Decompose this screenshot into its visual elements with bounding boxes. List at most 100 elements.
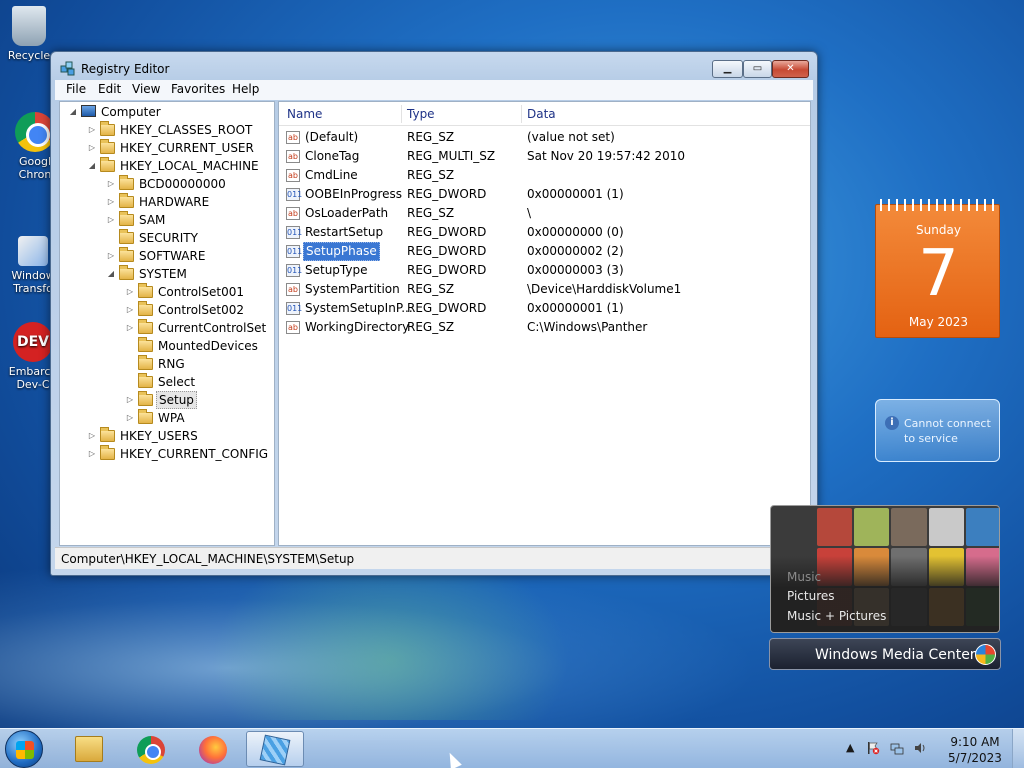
binary-value-icon: 011 [286, 188, 303, 201]
values-list[interactable]: Name Type Data ab (Default) REG_SZ (value n… [278, 101, 811, 546]
tree-node-label[interactable]: SYSTEM [137, 265, 189, 283]
folder-icon [119, 211, 134, 226]
tree-node-label[interactable]: HKEY_CLASSES_ROOT [118, 121, 254, 139]
taskbar-firefox-button[interactable] [184, 731, 242, 767]
tree-node-label[interactable]: BCD00000000 [137, 175, 228, 193]
value-row[interactable]: ab CloneTag REG_MULTI_SZ Sat Nov 20 19:57:4… [279, 147, 810, 166]
media-thumbnail [891, 508, 927, 546]
taskbar-explorer-button[interactable] [60, 731, 118, 767]
value-row[interactable]: ab CmdLine REG_SZ [279, 166, 810, 185]
expand-arrow-icon[interactable]: ▷ [125, 319, 135, 337]
value-row[interactable]: 011 SetupPhase REG_DWORD 0x00000002 (2) [279, 242, 810, 261]
value-row[interactable]: ab SystemPartition REG_SZ \Device\HarddiskV… [279, 280, 810, 299]
tree-node-label[interactable]: HKEY_USERS [118, 427, 200, 445]
menu-help[interactable]: Help [232, 82, 259, 96]
media-menu-music[interactable]: Music [787, 570, 821, 584]
expand-arrow-icon[interactable]: ▷ [106, 175, 116, 193]
taskbar-chrome-button[interactable] [122, 731, 180, 767]
expand-arrow-icon[interactable]: ▷ [106, 193, 116, 211]
value-name[interactable]: OOBEInProgress [303, 185, 404, 204]
value-row[interactable]: ab (Default) REG_SZ (value not set) [279, 128, 810, 147]
tree-node-label[interactable]: ControlSet002 [156, 301, 246, 319]
taskbar-regedit-button[interactable] [246, 731, 304, 767]
media-menu-pictures[interactable]: Pictures [787, 589, 835, 603]
expand-arrow-icon[interactable]: ▷ [125, 283, 135, 301]
close-button[interactable]: ✕ [772, 60, 809, 78]
value-row[interactable]: 011 OOBEInProgress REG_DWORD 0x00000001 (1) [279, 185, 810, 204]
value-row[interactable]: ab OsLoaderPath REG_SZ \ [279, 204, 810, 223]
value-name[interactable]: SetupType [303, 261, 370, 280]
expand-arrow-icon[interactable]: ▷ [87, 121, 97, 139]
value-name[interactable]: (Default) [303, 128, 360, 147]
expand-arrow-icon[interactable]: ▷ [125, 391, 135, 409]
value-row[interactable]: 011 RestartSetup REG_DWORD 0x00000000 (0) [279, 223, 810, 242]
value-type: REG_SZ [407, 282, 455, 296]
value-name[interactable]: WorkingDirectory [303, 318, 411, 337]
value-data: (value not set) [527, 130, 615, 144]
system-clock[interactable]: 9:10 AM 5/7/2023 [940, 734, 1010, 766]
network-icon[interactable] [890, 741, 904, 755]
minimize-button[interactable]: ▁ [712, 60, 743, 78]
tree-node-label[interactable]: HARDWARE [137, 193, 211, 211]
tree-node-label[interactable]: Select [156, 373, 197, 391]
tree-node-label[interactable]: HKEY_LOCAL_MACHINE [118, 157, 261, 175]
collapse-arrow-icon[interactable]: ◢ [87, 157, 97, 175]
calendar-day-number: 7 [918, 237, 959, 311]
tree-node-label[interactable]: CurrentControlSet [156, 319, 268, 337]
column-header-type[interactable]: Type [407, 107, 435, 121]
tree-node-label[interactable]: ControlSet001 [156, 283, 246, 301]
value-name[interactable]: RestartSetup [303, 223, 385, 242]
tree-node-label[interactable]: HKEY_CURRENT_USER [118, 139, 256, 157]
menu-favorites[interactable]: Favorites [171, 82, 225, 96]
media-center-bar[interactable]: Windows Media Center [769, 638, 1001, 670]
start-button[interactable] [5, 730, 43, 768]
tree-node-label[interactable]: SAM [137, 211, 167, 229]
menu-edit[interactable]: Edit [98, 82, 121, 96]
value-name[interactable]: OsLoaderPath [303, 204, 390, 223]
tree-node-label[interactable]: SOFTWARE [137, 247, 207, 265]
value-name[interactable]: SetupPhase [303, 242, 380, 261]
value-row[interactable]: 011 SystemSetupInP... REG_DWORD 0x00000001 … [279, 299, 810, 318]
column-header-data[interactable]: Data [527, 107, 556, 121]
media-center-gadget[interactable]: Music Pictures Music + Pictures [770, 505, 1000, 633]
tree-node-label[interactable]: MountedDevices [156, 337, 260, 355]
action-center-flag-icon[interactable] [866, 741, 880, 755]
value-row[interactable]: ab WorkingDirectory REG_SZ C:\Windows\Panth… [279, 318, 810, 337]
value-name[interactable]: SystemPartition [303, 280, 402, 299]
value-name[interactable]: CloneTag [303, 147, 361, 166]
tree-node-label[interactable]: RNG [156, 355, 187, 373]
menu-view[interactable]: View [132, 82, 160, 96]
expand-arrow-icon[interactable]: ▷ [106, 211, 116, 229]
tree-node-label[interactable]: SECURITY [137, 229, 200, 247]
volume-icon[interactable] [913, 741, 927, 755]
column-divider[interactable] [521, 105, 522, 123]
show-hidden-icons-button[interactable]: ▲ [846, 741, 854, 754]
show-desktop-button[interactable] [1012, 729, 1024, 768]
menu-file[interactable]: File [66, 82, 86, 96]
tree-node-label[interactable]: Setup [156, 391, 197, 409]
tree-node-label[interactable]: Computer [99, 103, 163, 121]
registry-tree[interactable]: ◢ Computer ▷ HKEY_CLASSES_ROOT ▷ HKEY_CURRENT… [59, 101, 275, 546]
weather-gadget[interactable]: i Cannot connect to service [875, 399, 1000, 462]
tree-node-label[interactable]: WPA [156, 409, 187, 427]
media-menu-music-pictures[interactable]: Music + Pictures [787, 609, 886, 623]
collapse-arrow-icon[interactable]: ◢ [106, 265, 116, 283]
value-row[interactable]: 011 SetupType REG_DWORD 0x00000003 (3) [279, 261, 810, 280]
taskbar: ▲ 9:10 AM 5/7/2023 [0, 728, 1024, 768]
expand-arrow-icon[interactable]: ▷ [125, 301, 135, 319]
expand-arrow-icon[interactable]: ▷ [87, 445, 97, 463]
collapse-arrow-icon[interactable]: ◢ [68, 103, 78, 121]
column-divider[interactable] [401, 105, 402, 123]
expand-arrow-icon[interactable]: ▷ [87, 139, 97, 157]
column-header-name[interactable]: Name [287, 107, 322, 121]
expand-arrow-icon[interactable]: ▷ [125, 409, 135, 427]
value-name[interactable]: SystemSetupInP... [303, 299, 415, 318]
tree-node-label[interactable]: HKEY_CURRENT_CONFIG [118, 445, 270, 463]
expand-arrow-icon[interactable]: ▷ [87, 427, 97, 445]
value-name[interactable]: CmdLine [303, 166, 360, 185]
maximize-button[interactable]: ▭ [743, 60, 772, 78]
folder-icon [100, 121, 115, 136]
media-thumbnail [965, 508, 999, 546]
expand-arrow-icon[interactable]: ▷ [106, 247, 116, 265]
calendar-gadget[interactable]: Sunday 7 May 2023 [875, 199, 1000, 338]
